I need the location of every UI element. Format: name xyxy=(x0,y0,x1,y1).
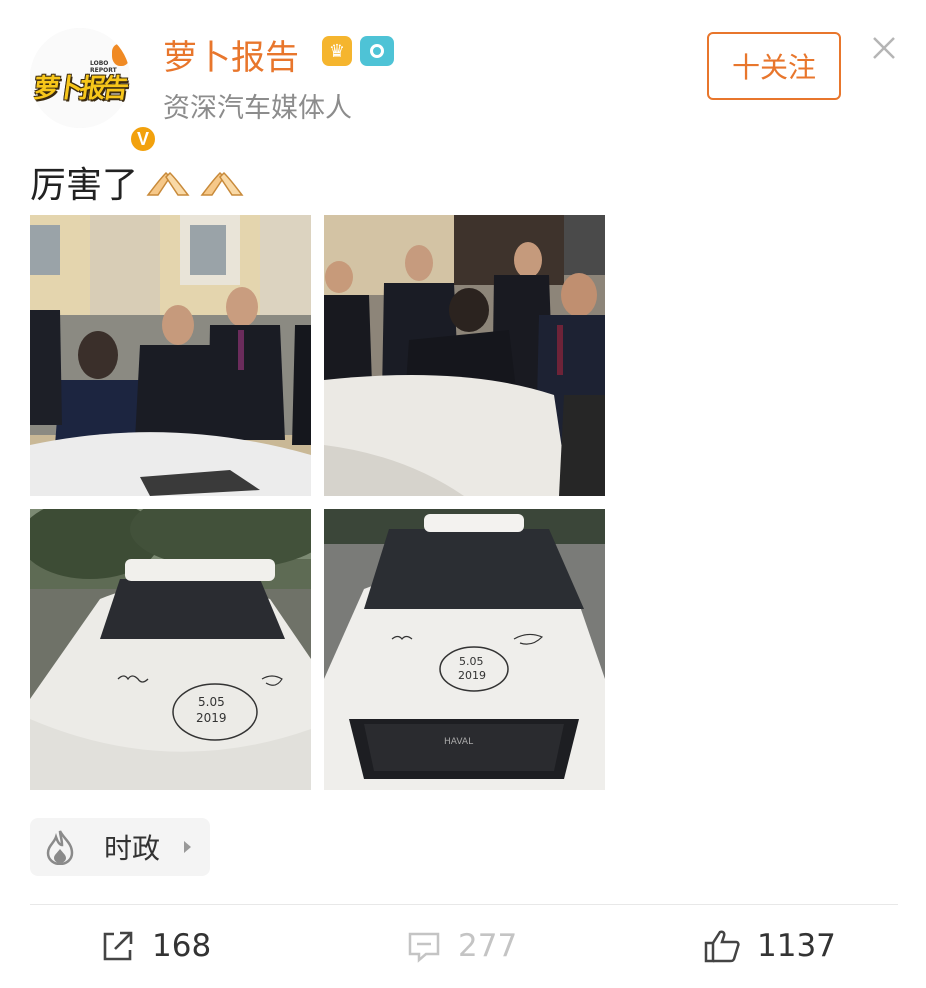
share-button[interactable]: 168 xyxy=(100,924,211,968)
comment-button[interactable]: 277 xyxy=(406,924,517,968)
post-image-3[interactable]: 5.05 2019 xyxy=(30,509,311,790)
comment-icon xyxy=(408,932,440,963)
chevron-right-icon xyxy=(184,841,192,853)
author-avatar[interactable]: LOBO REPORT 萝卜报告 V xyxy=(30,28,158,154)
close-icon[interactable] xyxy=(866,30,902,66)
hood-date-line1: 5.05 xyxy=(459,655,484,668)
avatar-logo-text: 萝卜报告 xyxy=(31,74,128,104)
grille-brand-text: HAVAL xyxy=(444,737,473,747)
author-description: 资深汽车媒体人 xyxy=(163,93,352,124)
topic-label: 时政 xyxy=(104,832,161,865)
post-image-2[interactable] xyxy=(324,215,605,496)
author-name[interactable]: 萝卜报告 xyxy=(163,30,299,79)
post-text: 厉害了 xyxy=(30,156,246,208)
hood-date-line1: 5.05 xyxy=(198,695,225,709)
follow-button[interactable]: 十关注 xyxy=(707,32,841,100)
share-icon xyxy=(103,931,133,961)
post-image-4[interactable]: HAVAL 5.05 2019 xyxy=(324,509,605,790)
hood-date-line2: 2019 xyxy=(458,669,486,682)
crown-badge-icon[interactable]: ♛ xyxy=(322,36,352,66)
pray-hands-icon xyxy=(200,171,244,196)
thumbs-up-icon xyxy=(704,930,740,963)
topic-chip[interactable]: 时政 xyxy=(30,818,210,876)
fire-icon xyxy=(46,830,74,865)
pray-hands-icon xyxy=(146,171,190,196)
camera-badge-icon[interactable] xyxy=(360,36,394,66)
like-button[interactable]: 1137 xyxy=(703,924,836,968)
like-count: 1137 xyxy=(757,928,836,964)
verified-badge-icon: V xyxy=(128,124,158,154)
post-body: 厉害了 xyxy=(30,165,139,206)
hood-date-line2: 2019 xyxy=(196,711,227,725)
share-count: 168 xyxy=(152,928,212,964)
post-image-1[interactable] xyxy=(30,215,311,496)
comment-count: 277 xyxy=(458,928,518,964)
divider xyxy=(30,904,898,905)
